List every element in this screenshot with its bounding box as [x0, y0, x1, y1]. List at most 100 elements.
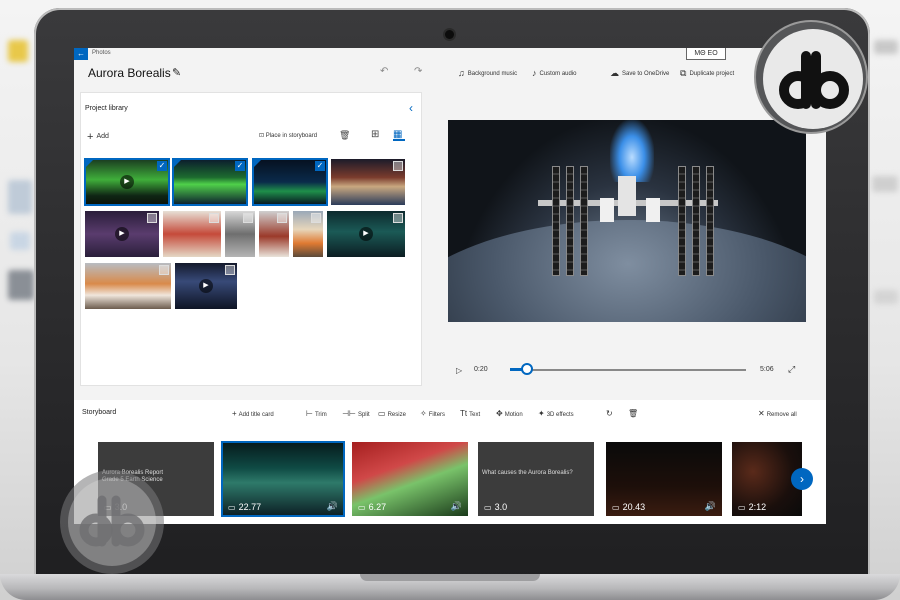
library-image-thumbnail[interactable]: ✓ [85, 263, 171, 309]
play-icon: ▶ [120, 175, 134, 189]
checkbox-icon[interactable]: ✓ [311, 213, 321, 223]
project-library-title: Project library [85, 105, 128, 112]
storyboard-clip[interactable]: What causes the Aurora Borealis? ▭ 3.0 [478, 442, 594, 516]
fullscreen-icon[interactable]: ⤢ [788, 364, 795, 375]
checkbox-icon[interactable]: ✓ [393, 161, 403, 171]
checkbox-icon[interactable]: ✓ [159, 265, 169, 275]
add-button[interactable]: + Add [87, 131, 109, 143]
storyboard-clip[interactable]: ▭ 6.27 🔊 [352, 442, 468, 516]
back-button[interactable]: ← [74, 48, 88, 60]
select-icon[interactable]: ⊞ [371, 129, 379, 140]
library-image-thumbnail[interactable]: ✓ [293, 211, 323, 257]
remove-all-button[interactable]: ✕ Remove all [758, 409, 797, 418]
resize-button[interactable]: ▭ Resize [378, 409, 406, 418]
split-label: Split [357, 412, 370, 418]
checkbox-icon[interactable]: ✓ [235, 161, 245, 171]
library-image-thumbnail[interactable]: ✓ [259, 211, 289, 257]
save-onedrive-button[interactable]: ☁ Save to OneDrive [610, 68, 669, 79]
place-in-storyboard-button[interactable]: ⊡ Place in storyboard [259, 132, 317, 139]
collapse-chevron-icon[interactable]: ‹ [409, 101, 413, 115]
undo-icon[interactable]: ↶ [380, 66, 388, 77]
solar-panel [678, 166, 686, 276]
project-library-panel: Project library ‹ + Add ⊡ Place in storyb… [80, 92, 422, 386]
place-in-storyboard-label: Place in storyboard [265, 133, 318, 139]
library-video-thumbnail[interactable]: ✓▶ [327, 211, 405, 257]
volume-icon[interactable]: 🔊 [705, 501, 716, 512]
scroll-right-button[interactable]: › [791, 468, 813, 490]
motion-label: Motion [504, 412, 523, 418]
pencil-icon[interactable]: ✎ [172, 66, 181, 79]
add-title-card-label: Add title card [238, 412, 274, 418]
checkbox-icon[interactable]: ✓ [277, 213, 287, 223]
library-video-thumbnail[interactable]: ✓▶ [84, 158, 170, 206]
volume-icon[interactable]: 🔊 [327, 501, 338, 512]
volume-icon[interactable]: 🔊 [451, 501, 462, 512]
trim-icon: ⊢ [306, 409, 313, 418]
library-video-thumbnail[interactable]: ✓▶ [175, 263, 237, 309]
library-image-thumbnail[interactable]: ✓ [331, 159, 405, 205]
watermark-logo [754, 20, 868, 134]
delete-icon[interactable]: 🗑 [339, 130, 350, 141]
radiator [646, 198, 660, 222]
play-icon: ▶ [199, 279, 213, 293]
library-video-thumbnail[interactable]: ✓▶ [85, 211, 159, 257]
clip-duration-value: 2:12 [748, 502, 767, 512]
title-card-text: What causes the Aurora Borealis? [482, 470, 573, 476]
filters-button[interactable]: ✧ Filters [420, 409, 445, 418]
webcam [445, 30, 454, 39]
play-icon[interactable]: ▷ [456, 366, 462, 375]
project-title[interactable]: Aurora Borealis [88, 66, 171, 80]
custom-audio-button[interactable]: ♪ Custom audio [532, 68, 577, 78]
duplicate-project-button[interactable]: ⧉ Duplicate project [680, 68, 734, 79]
redo-icon[interactable]: ↷ [414, 66, 422, 77]
rotate-button[interactable]: ↻ [606, 409, 615, 418]
seek-bar[interactable] [510, 369, 746, 371]
split-button[interactable]: ⊣⊢ Split [342, 409, 370, 418]
background-music-button[interactable]: ♫ Background music [458, 68, 517, 78]
text-button[interactable]: Tt Text [460, 409, 480, 418]
app-window: ← Photos Aurora Borealis ✎ ↶ ↷ ΜΘ ΕΟ ♫ Ba… [74, 48, 826, 524]
video-preview[interactable] [448, 120, 806, 322]
checkbox-icon[interactable]: ✓ [157, 161, 167, 171]
trim-button[interactable]: ⊢ Trim [306, 409, 327, 418]
background-music-label: Background music [467, 71, 518, 77]
seek-handle[interactable] [521, 363, 533, 375]
clip-type-icon: ▭ [738, 503, 746, 512]
checkbox-icon[interactable]: ✓ [225, 265, 235, 275]
3d-effects-icon: ✦ [538, 409, 545, 418]
library-image-thumbnail[interactable]: ✓ [163, 211, 221, 257]
earth-horizon [448, 220, 806, 322]
checkbox-icon[interactable]: ✓ [209, 213, 219, 223]
add-label: Add [96, 133, 109, 140]
checkbox-icon[interactable]: ✓ [315, 161, 325, 171]
clip-duration-value: 3.0 [494, 502, 508, 512]
add-title-card-button[interactable]: + Add title card [232, 409, 274, 418]
motion-button[interactable]: ✥ Motion [496, 409, 523, 418]
checkbox-icon[interactable]: ✓ [243, 213, 253, 223]
solar-panel [552, 166, 560, 276]
text-label: Text [469, 412, 481, 418]
checkbox-icon[interactable]: ✓ [393, 213, 403, 223]
custom-audio-icon: ♪ [532, 68, 537, 78]
library-image-thumbnail[interactable]: ✓ [225, 211, 255, 257]
clip-duration-value: 6.27 [368, 502, 387, 512]
grid-view-icon[interactable]: ▦ [393, 129, 405, 141]
checkbox-icon[interactable]: ✓ [147, 213, 157, 223]
solar-panel [566, 166, 574, 276]
delete-clip-button[interactable]: 🗑 [628, 409, 640, 418]
storyboard-clip[interactable]: ▭ 20.43 🔊 [606, 442, 722, 516]
3d-effects-button[interactable]: ✦ 3D effects [538, 409, 574, 418]
motion-icon: ✥ [496, 409, 503, 418]
library-image-thumbnail[interactable]: ✓ [252, 158, 328, 206]
background-music-icon: ♫ [458, 68, 465, 78]
solar-panel [580, 166, 588, 276]
clip-duration: ▭3.0 [484, 502, 507, 512]
window-tab[interactable]: ΜΘ ΕΟ [686, 48, 726, 60]
duplicate-icon: ⧉ [680, 68, 687, 78]
laptop-notch [360, 574, 540, 581]
filters-label: Filters [428, 412, 446, 418]
split-icon: ⊣⊢ [342, 409, 356, 418]
library-image-thumbnail[interactable]: ✓ [172, 158, 248, 206]
app-name: Photos [92, 50, 111, 56]
storyboard-clip[interactable]: ▭ 22.77 🔊 [221, 441, 345, 517]
